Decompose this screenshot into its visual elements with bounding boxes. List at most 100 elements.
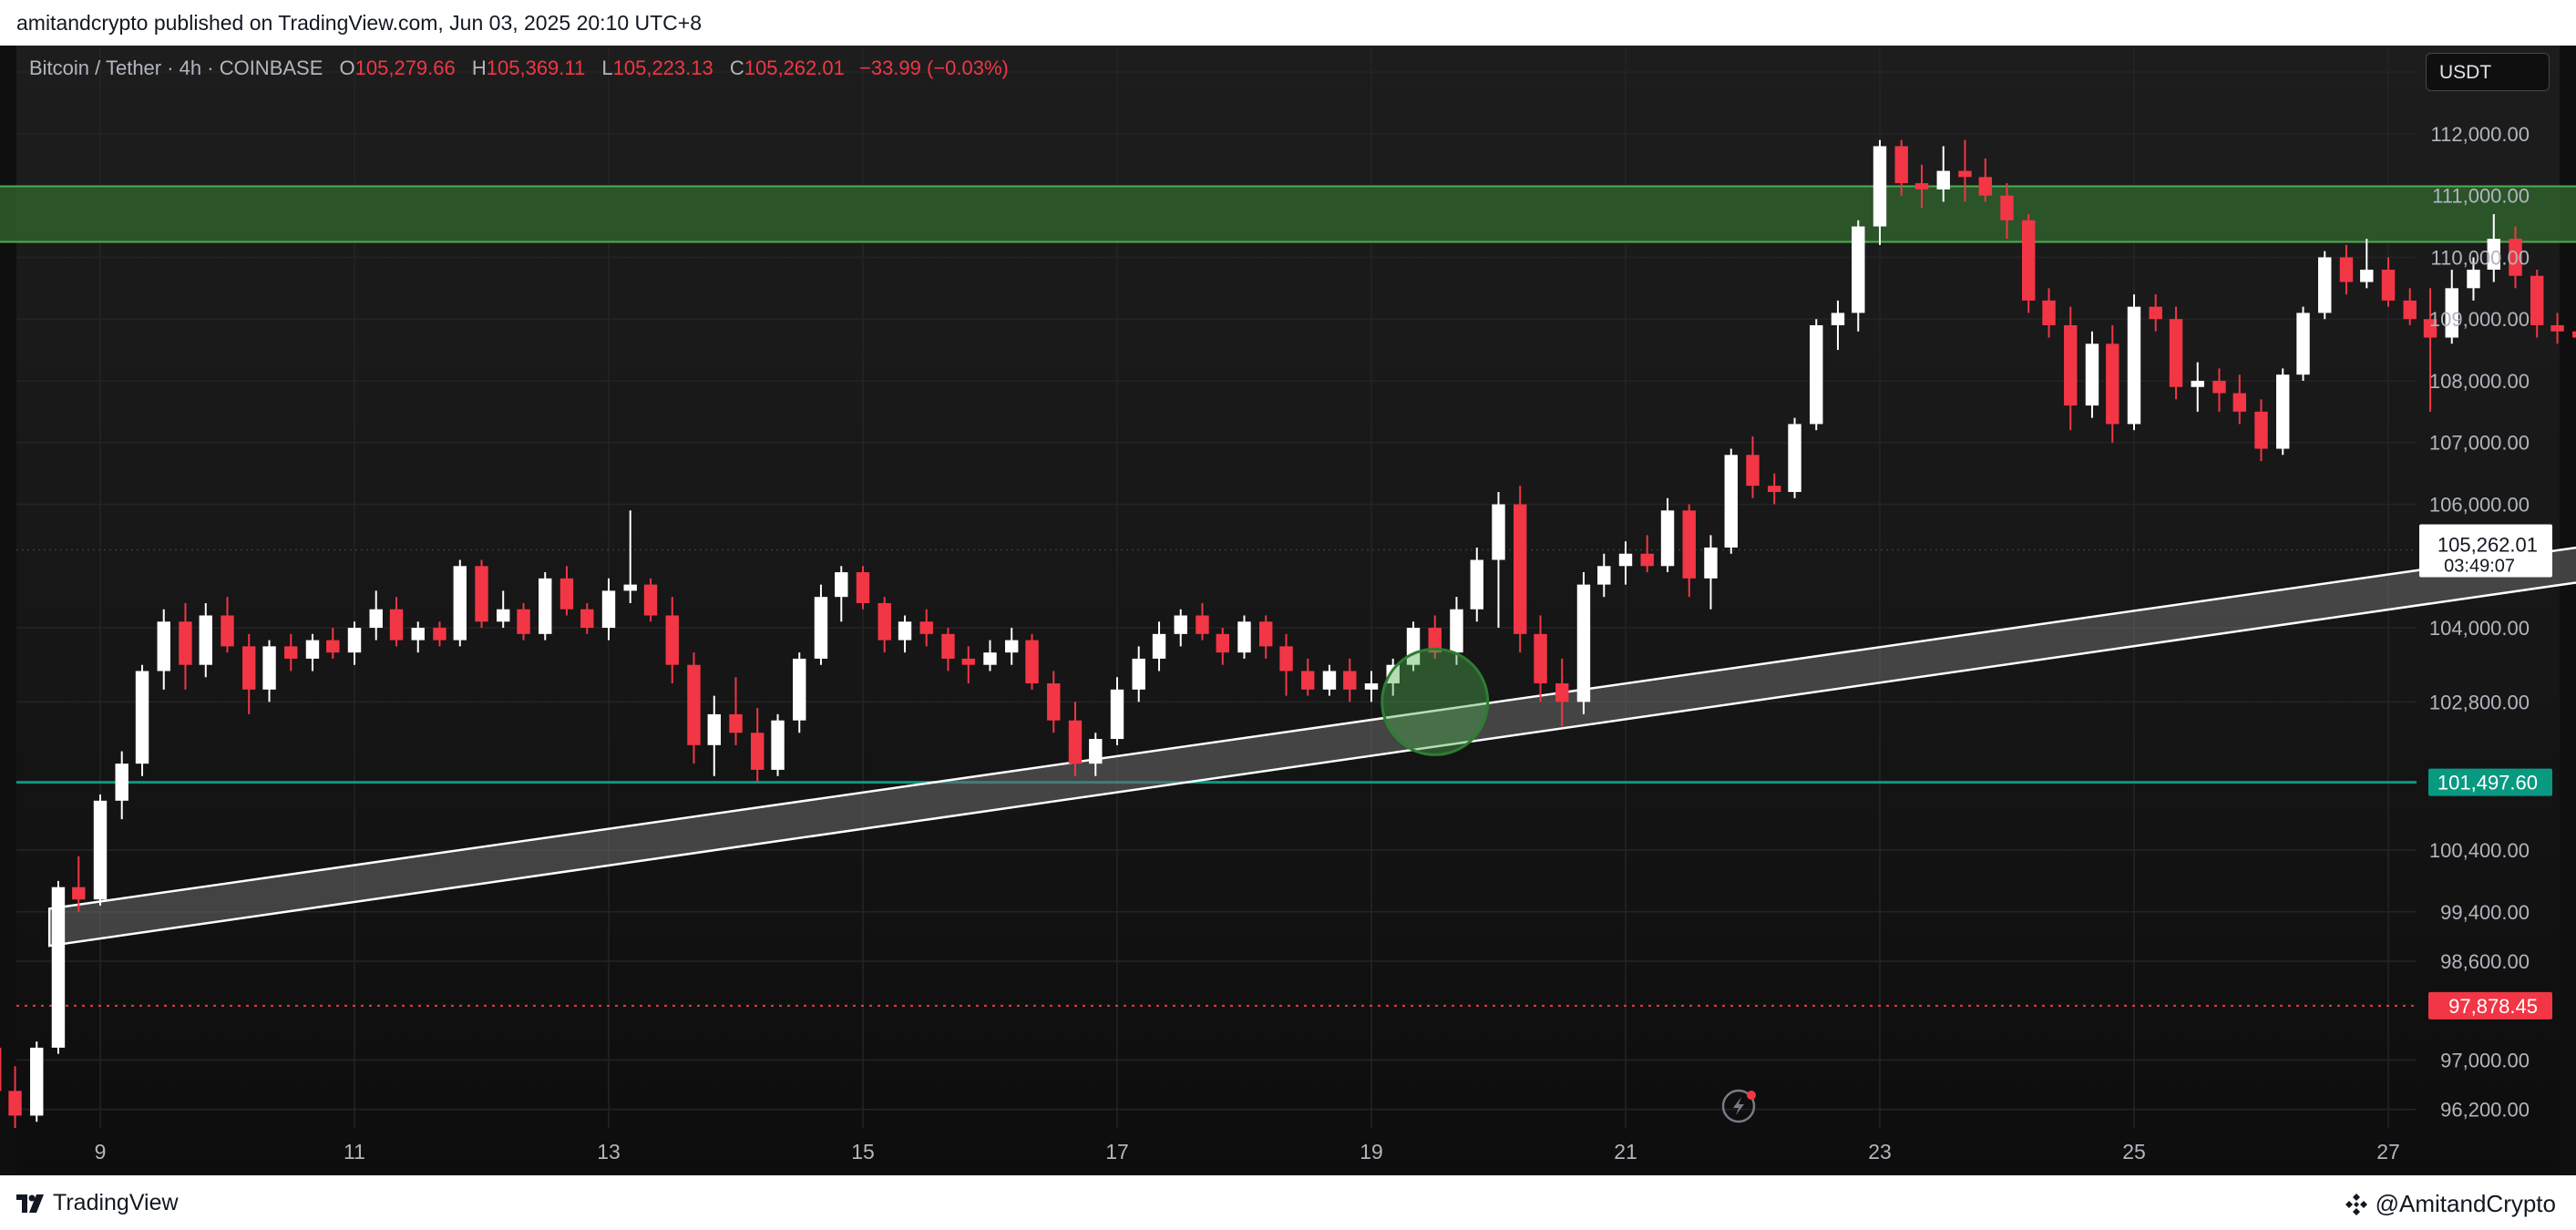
tradingview-brand[interactable]: TradingView (16, 1190, 179, 1216)
candle-body (793, 658, 806, 721)
candle-body (2022, 220, 2036, 301)
time-tick-label: 23 (1868, 1140, 1892, 1163)
candle-body (1514, 504, 1527, 634)
candle (179, 602, 192, 690)
candle-body (1704, 547, 1718, 579)
candle (687, 652, 701, 764)
candle (856, 566, 870, 610)
candle-body (72, 887, 86, 900)
candle (326, 628, 340, 659)
candle-body (1132, 658, 1145, 690)
time-tick-label: 11 (344, 1140, 365, 1163)
candle (2572, 331, 2576, 338)
candle-body (1322, 671, 1337, 690)
candle-body (1852, 226, 1865, 313)
candle-body (729, 713, 743, 733)
candle (2445, 269, 2458, 344)
price-tick-label: 100,400.00 (2429, 839, 2530, 862)
candle-body (369, 609, 383, 629)
open-value: 105,279.66 (354, 56, 456, 79)
candle-body (2530, 275, 2544, 325)
candle-body (389, 609, 404, 641)
candle (1682, 504, 1696, 598)
candle (2212, 368, 2226, 412)
candle-body (1978, 177, 1992, 196)
candle-body (1025, 640, 1039, 684)
candle-body (115, 764, 128, 801)
candle (898, 615, 912, 653)
candle-body (771, 720, 785, 770)
candle (221, 597, 234, 653)
candle-body (2381, 269, 2396, 301)
candle-body (1810, 324, 1823, 425)
time-tick-label: 27 (2376, 1140, 2400, 1163)
candle (1364, 671, 1379, 702)
candle (1110, 677, 1124, 745)
candle-body (687, 664, 701, 745)
price-tick-label: 102,800.00 (2429, 691, 2530, 713)
tradingview-logo-icon (16, 1194, 44, 1213)
candle-body (1576, 584, 1591, 702)
price-chart[interactable]: 113,000.00112,000.00111,000.00110,000.00… (0, 0, 2576, 1230)
price-tick-label: 111,000.00 (2432, 185, 2530, 208)
candle (347, 621, 362, 665)
candle-body (1470, 559, 1483, 610)
candle-body (2339, 257, 2354, 282)
candle (2022, 213, 2036, 313)
candle-body (2467, 269, 2480, 289)
candle (1788, 417, 1801, 498)
candle-body (707, 713, 721, 745)
candle-body (1788, 424, 1801, 492)
candle (1492, 491, 1505, 629)
candle-body (1089, 739, 1103, 764)
price-tick-label: 107,000.00 (2429, 432, 2530, 455)
candle (1025, 633, 1039, 690)
time-tick-label: 25 (2122, 1140, 2146, 1163)
candle (1301, 658, 1315, 696)
symbol-name[interactable]: Bitcoin / Tether · 4h · COINBASE (29, 56, 323, 79)
candle-body (2085, 343, 2099, 406)
candle-body (1364, 683, 1379, 690)
close-label: C (729, 56, 744, 79)
candle (559, 566, 574, 616)
candle-body (1597, 566, 1611, 585)
candle-body (1534, 633, 1547, 684)
currency-selector[interactable]: USDT (2426, 53, 2550, 91)
price-tick-label: 97,000.00 (2440, 1049, 2530, 1071)
candle (2276, 368, 2290, 456)
candle-body (601, 590, 616, 629)
candle (1005, 628, 1019, 665)
candle-body (433, 628, 446, 641)
candle-body (305, 640, 320, 659)
candle (2530, 269, 2544, 338)
candle-body (262, 646, 276, 690)
change-value: −33.99 (−0.03%) (858, 56, 1009, 79)
lightning-icon[interactable] (1721, 1089, 1756, 1123)
time-tick-label: 9 (95, 1140, 107, 1163)
candle-body (623, 584, 637, 591)
candle-body (2149, 306, 2162, 320)
candle (835, 566, 848, 622)
candle (2042, 288, 2056, 338)
candle (497, 590, 510, 629)
candle-body (1958, 170, 1972, 178)
candle (771, 713, 785, 776)
candle-body (1005, 640, 1019, 653)
candle (2149, 294, 2162, 332)
price-tick-label: 98,600.00 (2440, 950, 2530, 973)
candle (411, 621, 425, 653)
candle (433, 621, 446, 647)
candle-body (2232, 393, 2246, 412)
candle (919, 609, 933, 647)
candle-body (961, 658, 975, 665)
candle-body (2403, 300, 2417, 320)
candle (453, 559, 467, 647)
time-tick-label: 17 (1105, 1140, 1129, 1163)
candle (2381, 257, 2396, 307)
candle (623, 510, 637, 603)
candle-body (1660, 510, 1675, 567)
resistance-zone (0, 185, 2576, 243)
candle-body (517, 609, 530, 634)
candle-body (2106, 343, 2119, 425)
candle (1237, 615, 1251, 659)
